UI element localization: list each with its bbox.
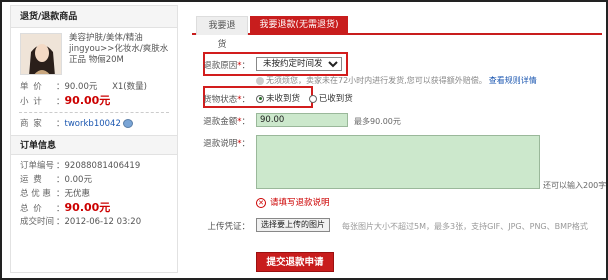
order-no-row: 订单编号 ：92088081406419 [20, 161, 141, 171]
price-value: 90.00元 [64, 82, 98, 92]
tab-return-goods[interactable]: 我要退货 [196, 16, 248, 50]
deal-time-row: 成交时间 ：2012-06-12 03:20 [20, 217, 142, 227]
shipping-value: 0.00元 [64, 175, 92, 185]
reason-select[interactable]: 未按约定时间发货 [256, 57, 342, 71]
discount-row: 总 优 惠：无优惠 [20, 189, 91, 199]
refund-form: 退款原因*： 未按约定时间发货 无须烦您，卖家未在72小时内进行发货,您可以获得… [192, 44, 608, 280]
subtotal-value: 90.00元 [64, 94, 111, 107]
desc-error-message: ✕ 请填写退款说明 [256, 196, 330, 208]
seller-row: 商 家：tworkb10042 [11, 117, 177, 131]
amount-max-hint: 最多90.00元 [354, 117, 401, 126]
discount-value: 无优惠 [64, 189, 91, 199]
goods-status-options: 未收到货 已收到货 [256, 92, 353, 104]
rules-link[interactable]: 查看规则详情 [489, 76, 537, 85]
product-name-link[interactable]: 美容护肤/美体/精油 jingyou>>化妆水/爽肤水 正品 物俪20M [69, 33, 174, 66]
total-value: 90.00元 [64, 201, 111, 214]
chat-icon[interactable] [122, 119, 133, 128]
product-section-title: 退货/退款商品 [11, 6, 177, 28]
order-no-value: 92088081406419 [64, 161, 141, 171]
desc-label: 退款说明*： [203, 139, 250, 149]
radio-not-received[interactable] [256, 94, 264, 103]
upload-label: 上传凭证： [207, 222, 250, 232]
product-card: 美容护肤/美体/精油 jingyou>>化妆水/爽肤水 正品 物俪20M [11, 28, 177, 80]
desc-char-counter: 还可以输入200字 [543, 181, 607, 190]
desc-textarea[interactable] [256, 135, 540, 189]
info-icon [256, 76, 264, 85]
reason-label: 退款原因*： [203, 61, 250, 71]
price-row: 单 价：90.00元 X1(数量) [20, 82, 147, 92]
shipping-row: 运 费：0.00元 [20, 175, 92, 185]
product-summary-panel: 退货/退款商品 美容护肤/美体/精油 jingyou>>化妆水/爽肤水 正品 物… [10, 5, 178, 273]
seller-link[interactable]: tworkb10042 [65, 119, 121, 129]
deal-time-value: 2012-06-12 03:20 [64, 217, 142, 227]
quantity-value: X1(数量) [112, 82, 147, 92]
order-section-title: 订单信息 [11, 135, 177, 155]
submit-refund-button[interactable]: 提交退款申请 [256, 252, 334, 272]
error-icon: ✕ [256, 197, 266, 208]
total-row: 总 价：90.00元 [20, 201, 111, 214]
tab-refund-only[interactable]: 我要退款(无需退货) [250, 16, 348, 35]
refund-tabs: 我要退货 我要退款(无需退货) [192, 14, 602, 50]
reason-notice: 无须烦您，卖家未在72小时内进行发货,您可以获得额外赔偿。 查看规则详情 [256, 75, 537, 86]
upload-hint: 每张图片大小不超过5M，最多3张，支持GIF、JPG、PNG、BMP格式 [342, 222, 588, 231]
subtotal-row: 小 计：90.00元 [20, 94, 111, 107]
product-thumbnail[interactable] [20, 33, 62, 75]
amount-input[interactable]: 90.00 [256, 113, 348, 127]
goods-status-label: 货物状态*： [203, 95, 250, 105]
radio-received[interactable] [308, 94, 317, 103]
upload-image-button[interactable]: 选择要上传的图片 [256, 218, 330, 232]
amount-label: 退款金额*： [203, 117, 250, 127]
divider [19, 112, 169, 113]
